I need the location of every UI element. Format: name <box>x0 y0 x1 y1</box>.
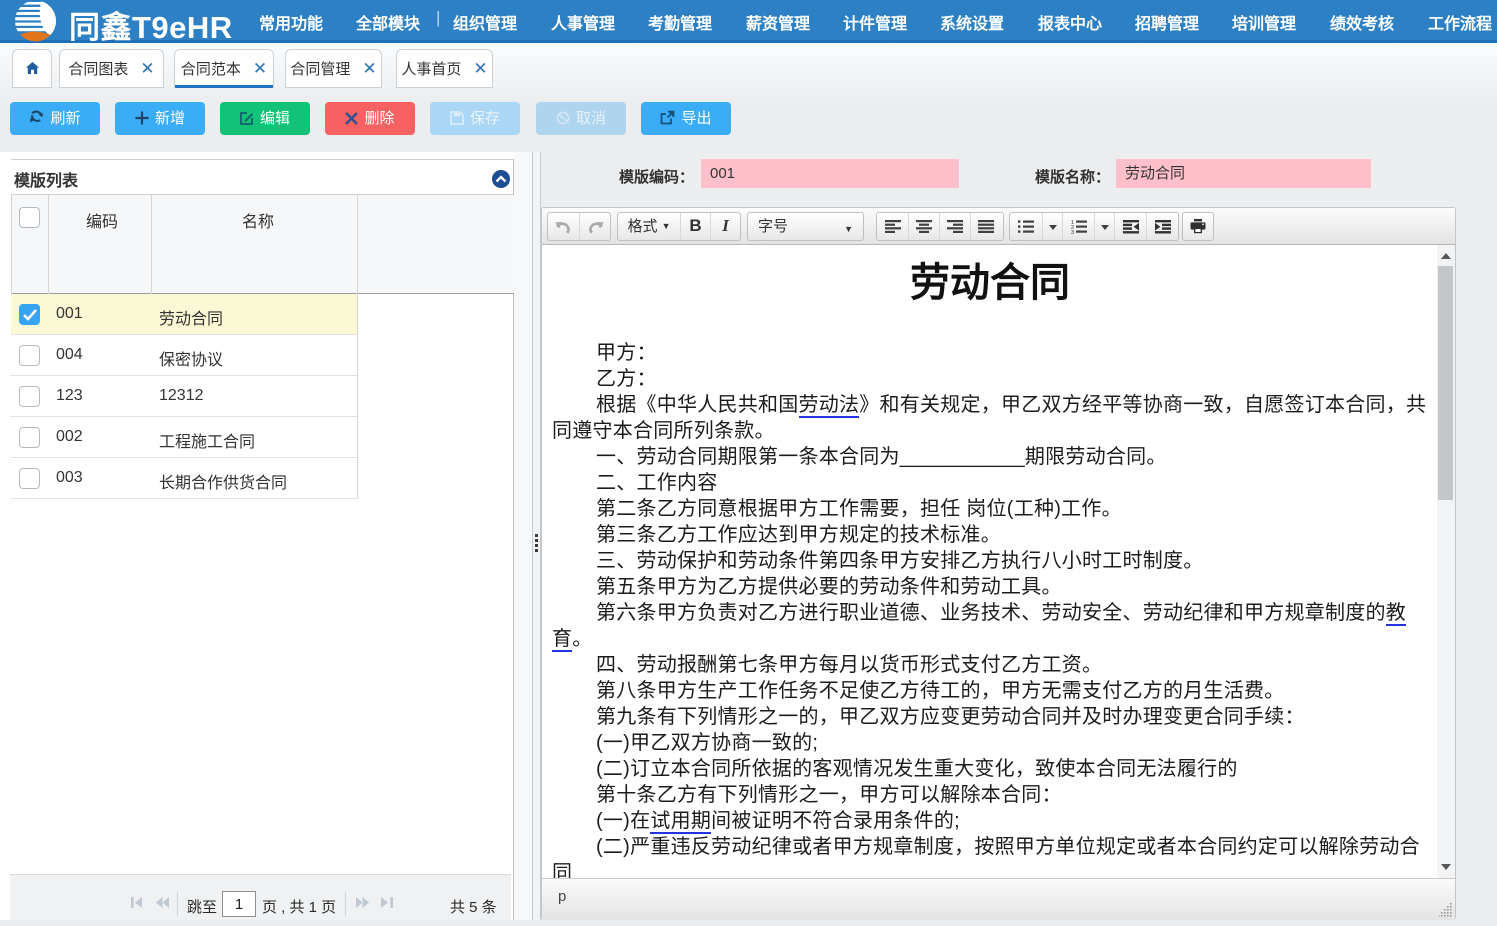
svg-text:3: 3 <box>1071 230 1074 234</box>
